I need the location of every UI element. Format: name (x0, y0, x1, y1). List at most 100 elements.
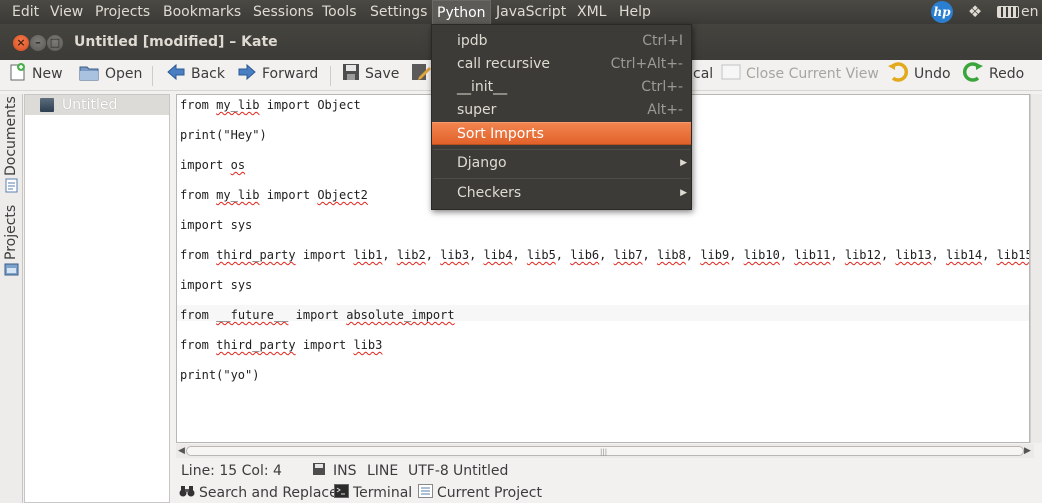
menu-projects[interactable]: Projects (95, 0, 150, 24)
save-label: Save (365, 66, 400, 82)
code-line: from third_party import lib1, lib2, lib3… (180, 248, 1030, 262)
encoding[interactable]: UTF-8 (408, 460, 449, 482)
tab-current-project[interactable]: Current Project (418, 482, 542, 503)
menu-item-checkers[interactable]: Checkers ▶ (432, 182, 691, 205)
global-menu-bar: Edit View Projects Bookmarks Sessions To… (0, 0, 1042, 24)
dropbox-icon[interactable]: ❖ (965, 3, 985, 21)
menu-item-sort-imports[interactable]: Sort Imports (432, 122, 691, 145)
code-line: from third_party import lib3 (180, 338, 383, 352)
open-button[interactable]: Open (78, 60, 142, 91)
keyboard-icon[interactable] (997, 6, 1019, 18)
code-line: import sys (180, 278, 253, 292)
input-mode[interactable]: INS (333, 460, 357, 482)
document-list: Untitled (24, 94, 170, 503)
tab-documents[interactable]: Documents (0, 96, 23, 176)
terminal-label: Terminal (353, 485, 413, 501)
code-line: import sys (180, 218, 253, 232)
undo-label: Undo (914, 66, 951, 82)
menu-javascript[interactable]: JavaScript (496, 0, 566, 24)
menu-item-shortcut: Alt+- (647, 102, 683, 118)
menu-bookmarks[interactable]: Bookmarks (163, 0, 241, 24)
toolbar-separator (330, 66, 331, 86)
menu-item-init[interactable]: __init__ Ctrl+- (432, 76, 691, 99)
menu-item-label: ipdb (457, 33, 488, 49)
menu-item-shortcut: Ctrl+- (641, 79, 683, 95)
bottom-tool-tabs: Search and Replace Terminal Current Proj… (172, 482, 1042, 503)
menu-help[interactable]: Help (619, 0, 651, 24)
code-line: print("yo") (180, 368, 260, 382)
binoculars-icon (179, 486, 195, 497)
tab-search-and-replace[interactable]: Search and Replace (179, 482, 338, 503)
forward-button[interactable]: Forward (237, 60, 318, 91)
close-view-icon (721, 64, 741, 80)
menu-tools[interactable]: Tools (322, 0, 357, 24)
tab-projects[interactable]: Projects (0, 200, 23, 260)
menu-settings[interactable]: Settings (370, 0, 427, 24)
save-disk-icon (343, 64, 359, 80)
redo-label: Redo (989, 66, 1025, 82)
code-line: from __future__ import absolute_import (180, 308, 455, 322)
new-document-icon (10, 63, 25, 81)
selection-mode[interactable]: LINE (367, 460, 398, 482)
menu-item-label: Checkers (457, 185, 522, 201)
tab-terminal[interactable]: Terminal (334, 482, 412, 503)
open-label: Open (105, 66, 143, 82)
hidden-toolbar-item[interactable]: cal (693, 60, 713, 91)
python-menu-dropdown: ipdb Ctrl+I call recursive Ctrl+Alt+- __… (431, 24, 692, 210)
menu-item-label: __init__ (457, 79, 508, 95)
close-view-label: Close Current View (746, 66, 879, 82)
code-line: print("Hey") (180, 128, 267, 142)
menu-item-label: super (457, 102, 497, 118)
code-line: from my_lib import Object (180, 98, 361, 112)
new-button[interactable]: New (7, 60, 63, 91)
save-button[interactable]: Save (342, 60, 399, 91)
sidebar-tab-strip: Documents Projects (0, 94, 23, 503)
status-bar: Line: 15 Col: 4 INS LINE UTF-8 Untitled (172, 460, 1042, 482)
menu-item-label: call recursive (457, 56, 550, 72)
menu-item-label: Sort Imports (457, 126, 544, 142)
menu-item-super[interactable]: super Alt+- (432, 99, 691, 122)
new-label: New (32, 66, 63, 82)
menu-xml[interactable]: XML (577, 0, 606, 24)
scroll-right-icon[interactable]: ▶ (1024, 444, 1031, 458)
menu-sessions[interactable]: Sessions (253, 0, 314, 24)
menu-edit[interactable]: Edit (12, 0, 39, 24)
submenu-arrow-icon: ▶ (680, 158, 687, 168)
menu-item-shortcut: Ctrl+Alt+- (610, 56, 683, 72)
menu-python[interactable]: Python (432, 0, 491, 24)
menu-item-shortcut: Ctrl+I (642, 33, 683, 49)
document-list-item[interactable]: Untitled (25, 95, 169, 115)
close-current-view-button[interactable]: Close Current View (721, 60, 879, 91)
redo-button[interactable]: Redo (962, 60, 1024, 91)
projects-icon (4, 262, 19, 277)
horizontal-scrollbar[interactable]: ◀ ||| ▶ (176, 444, 1034, 458)
project-list-icon (418, 484, 433, 498)
search-replace-label: Search and Replace (199, 485, 338, 501)
vertical-scrollbar[interactable] (1030, 94, 1042, 443)
modified-disk-icon (312, 460, 326, 482)
maximize-window-icon[interactable]: □ (47, 35, 63, 51)
current-project-label: Current Project (437, 485, 542, 501)
close-window-icon[interactable]: × (13, 35, 29, 51)
terminal-icon (334, 484, 349, 498)
menu-item-django[interactable]: Django ▶ (432, 152, 691, 175)
minimize-window-icon[interactable]: – (30, 35, 46, 51)
keyboard-language[interactable]: en (1021, 0, 1039, 24)
open-folder-icon (79, 66, 99, 81)
menu-item-call-recursive[interactable]: call recursive Ctrl+Alt+- (432, 53, 691, 76)
document-icon (40, 98, 54, 112)
menu-view[interactable]: View (50, 0, 83, 24)
submenu-arrow-icon: ▶ (680, 188, 687, 198)
documents-icon (4, 178, 19, 193)
undo-button[interactable]: Undo (887, 60, 951, 91)
redo-icon (962, 62, 983, 82)
back-label: Back (191, 66, 225, 82)
back-button[interactable]: Back (166, 60, 225, 91)
scroll-left-icon[interactable]: ◀ (178, 444, 185, 458)
forward-arrow-icon (238, 63, 256, 81)
undo-icon (888, 62, 909, 82)
menu-item-ipdb[interactable]: ipdb Ctrl+I (432, 30, 691, 53)
hp-logo-icon[interactable]: hp (931, 1, 953, 23)
back-arrow-icon (167, 63, 185, 81)
forward-label: Forward (262, 66, 319, 82)
